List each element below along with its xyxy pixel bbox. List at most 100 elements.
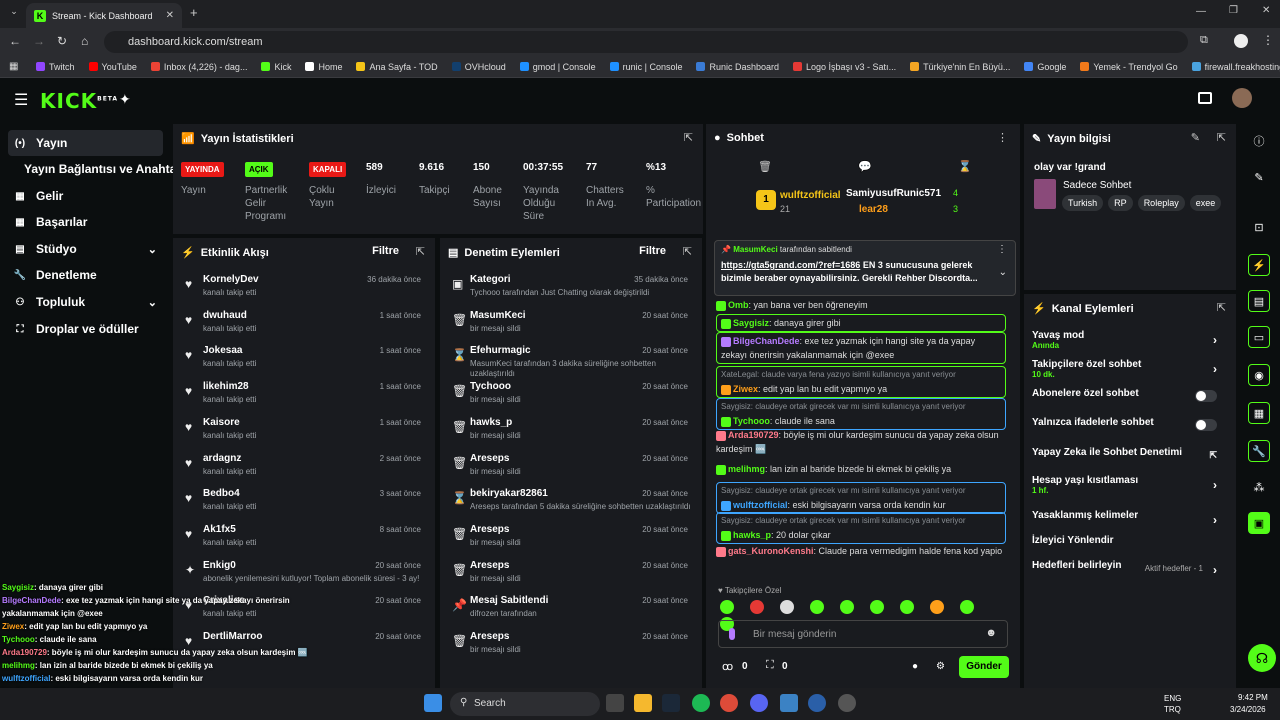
apps-grid-icon[interactable]: ▦ [9,61,18,72]
toggle-switch[interactable] [1195,390,1217,402]
minimize-icon[interactable]: — [1196,6,1206,17]
discord-icon[interactable] [750,694,768,712]
channel-action-row[interactable]: Yavaş mod Anında › [1032,330,1217,354]
studio-view-icon[interactable] [1198,92,1212,104]
chat-username[interactable]: BilgeChanDede [733,336,800,346]
toggle-switch[interactable] [1195,419,1217,431]
hamburger-menu-icon[interactable]: ☰ [14,90,28,110]
points-icon[interactable]: ꝏ [722,660,733,673]
tab-close-icon[interactable]: ✕ [166,10,174,21]
forward-icon[interactable]: → [33,34,45,48]
edit-tool-icon[interactable]: ✎ [1248,166,1270,188]
channel-action-row[interactable]: Hesap yaşı kısıtlaması 1 hf. › [1032,475,1217,499]
sidebar-item[interactable]: ▦ Başarılar [8,209,163,235]
sidebar-item[interactable]: 🔧 Denetleme [8,262,163,288]
sidebar-item[interactable]: (•) Yayın [8,130,163,156]
emote-icon[interactable] [780,600,794,614]
broadcast-tool-icon[interactable]: ◉ [1248,364,1270,386]
pinned-expand-icon[interactable]: ⌄ [999,267,1007,278]
kick-logo[interactable]: KICKBETA [40,89,118,113]
emote-icon[interactable] [720,600,734,614]
emote-icon[interactable] [810,600,824,614]
chat-username[interactable]: Saygisiz [733,318,769,328]
channel-action-row[interactable]: Hedefleri belirleyin › Aktif hedefler - 1 [1032,560,1217,584]
clock-date[interactable]: 3/24/2026 [1230,705,1266,714]
steam-icon[interactable] [662,694,680,712]
bookmark-item[interactable]: firewall.freakhosting... [1191,62,1280,72]
emote-icon[interactable] [840,600,854,614]
chat-icon[interactable]: 💬 [858,160,872,173]
document-tool-icon[interactable]: ▤ [1248,290,1270,312]
address-bar[interactable]: dashboard.kick.com/stream [104,31,1188,53]
back-icon[interactable]: ← [9,34,21,48]
extensions-icon[interactable]: ⧉ [1200,34,1208,47]
streaminfo-popout-icon[interactable]: ⇱ [1217,131,1226,144]
window-close-icon[interactable]: ✕ [1262,5,1270,16]
support-headset-icon[interactable]: ☊ [1248,644,1276,672]
layout-tool-icon[interactable]: ▦ [1248,402,1270,424]
app-icon[interactable] [838,694,856,712]
bookmark-item[interactable]: OVHcloud [451,62,506,72]
chat-gear-icon[interactable]: ⚙ [936,661,945,672]
channel-action-row[interactable]: Abonelere özel sohbet [1032,388,1217,412]
stream-tag[interactable]: Turkish [1062,195,1104,211]
task-view-icon[interactable] [606,694,624,712]
menu-kebab-icon[interactable]: ⋮ [1262,33,1274,47]
focus-icon[interactable]: ⊡ [1248,216,1270,238]
maximize-icon[interactable]: ❐ [1229,5,1238,16]
sidebar-item[interactable]: Yayın Bağlantısı ve Anahtarı [8,156,184,182]
community-tool-icon[interactable]: ⁂ [1248,476,1270,498]
bolt-tool-icon[interactable]: ⚡ [1248,254,1270,276]
tab-search-icon[interactable]: ⌄ [6,6,22,22]
sidebar-item[interactable]: ⚇ Topluluk ⌄ [8,289,163,315]
chat-menu-icon[interactable]: ⋮ [997,131,1008,144]
plugin-tool-icon[interactable]: ▣ [1248,512,1270,534]
channel-popout-icon[interactable]: ⇱ [1217,301,1226,314]
emoji-icon[interactable]: ☻ [985,627,997,639]
mic-icon[interactable] [729,628,735,640]
chat-username[interactable]: Arda190729 [728,430,779,440]
bookmark-item[interactable]: Google [1024,62,1066,72]
home-icon[interactable]: ⌂ [81,34,88,48]
activity-popout-icon[interactable]: ⇱ [416,245,425,258]
emote-icon[interactable] [870,600,884,614]
channel-action-row[interactable]: Takipçilere özel sohbet 10 dk. › [1032,359,1217,383]
info-icon[interactable]: ⓘ [1248,130,1270,152]
bookmark-item[interactable]: Twitch [36,62,75,72]
bookmark-item[interactable]: runic | Console [609,62,682,72]
hourglass-icon[interactable]: ⌛ [958,160,972,173]
stream-tag[interactable]: RP [1108,195,1133,211]
bookmark-item[interactable]: Ana Sayfa - TOD [356,62,438,72]
app-g-icon[interactable] [780,694,798,712]
chat-username[interactable]: Tychooo [733,416,770,426]
channel-action-row[interactable]: Yapay Zeka ile Sohbet Denetimi ⇱ [1032,447,1217,471]
emote-icon[interactable] [930,600,944,614]
profile-icon[interactable] [1234,34,1248,48]
bookmark-item[interactable]: Home [305,62,342,72]
file-explorer-icon[interactable] [634,694,652,712]
spotify-icon[interactable] [692,694,710,712]
bookmark-item[interactable]: Inbox (4,226) - dag... [150,62,247,72]
activity-filter-button[interactable]: Filtre [372,245,399,257]
wrench-tool-icon[interactable]: 🔧 [1248,440,1270,462]
stream-tag[interactable]: Roleplay [1137,195,1185,211]
chat-tool-icon[interactable]: ▭ [1248,326,1270,348]
sidebar-item[interactable]: ▦ Gelir [8,183,163,209]
chat-username[interactable]: melihmg [728,464,765,474]
chat-settings-icon[interactable]: ● [912,661,918,672]
bookmark-item[interactable]: YouTube [88,62,137,72]
bookmark-item[interactable]: Runic Dashboard [696,62,779,72]
bookmark-item[interactable]: Yemek - Trendyol Go [1080,62,1178,72]
pinned-link[interactable]: https://gta5grand.com/?ref=1686 [721,260,860,270]
popout-icon[interactable]: ⇱ [684,131,693,144]
language-indicator-2[interactable]: TRQ [1164,705,1181,714]
chrome-icon[interactable] [720,694,738,712]
bookmark-item[interactable]: gmod | Console [519,62,596,72]
mod-filter-button[interactable]: Filtre [639,245,666,257]
new-tab-icon[interactable]: + [190,5,198,20]
chat-username[interactable]: wulftzofficial [733,500,788,510]
sidebar-item[interactable]: ⛶ Droplar ve ödüller [8,316,163,342]
channel-action-row[interactable]: İzleyici Yönlendir [1032,535,1217,559]
emote-icon[interactable] [900,600,914,614]
edit-icon[interactable]: ✎ [1191,131,1200,144]
